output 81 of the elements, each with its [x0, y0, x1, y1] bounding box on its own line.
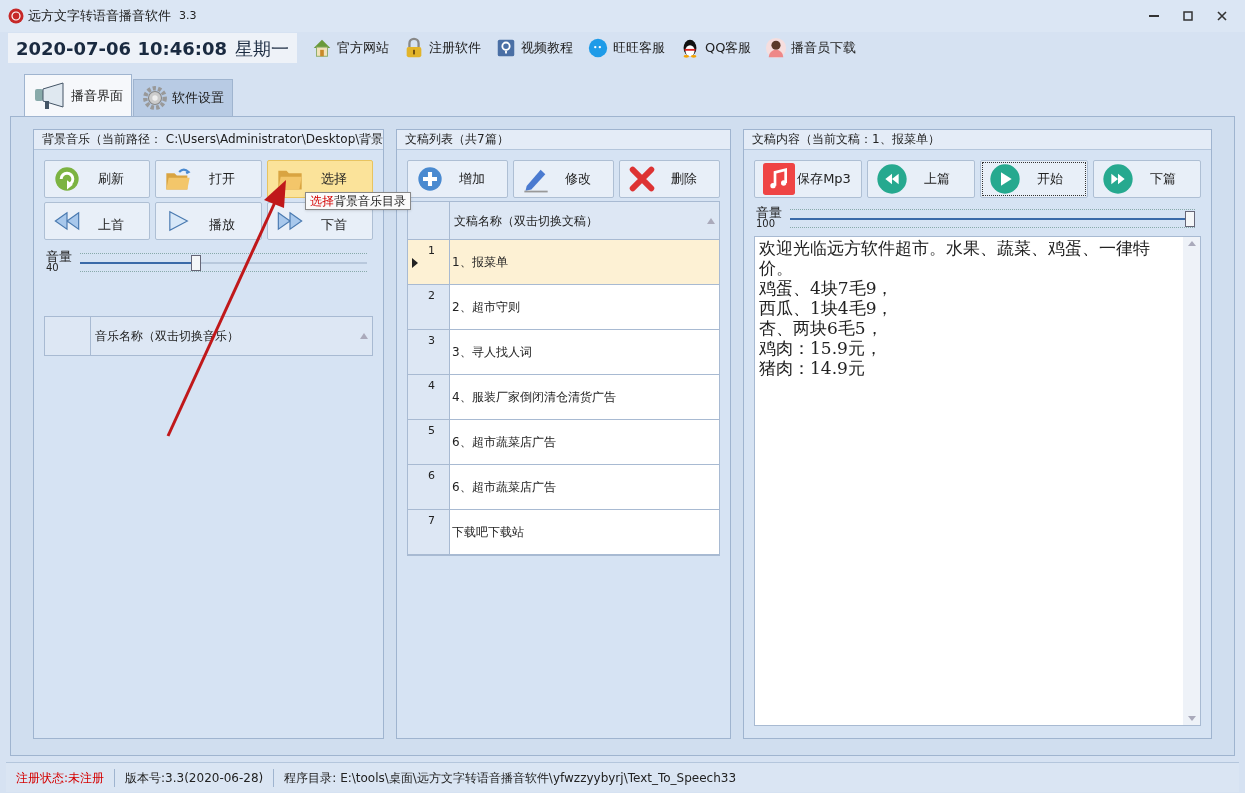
volume-label: 音量: [46, 250, 72, 263]
toolbar-link[interactable]: 播音员下载: [765, 37, 857, 59]
status-text: 注册状态:未注册: [15, 769, 106, 787]
play-icon: [989, 163, 1021, 195]
toolbar-link[interactable]: 旺旺客服: [586, 37, 665, 59]
plus-icon: [416, 165, 444, 193]
volume-reading: 40: [46, 263, 59, 273]
chat-bubble-icon: [586, 37, 609, 59]
table-cell-text: 4、服装厂家倒闭清仓清货广告: [451, 389, 616, 406]
app-logo-icon: [8, 8, 24, 24]
tab[interactable]: 软件设置: [133, 79, 233, 116]
rewind-icon: [876, 163, 908, 195]
row-number: 7: [428, 513, 435, 529]
panel-title: 背景音乐（当前路径： C:\Users\Administrator\Desktop\背景: [34, 130, 383, 150]
scrollbar[interactable]: [1183, 237, 1200, 725]
table-row[interactable]: 3 3、寻人找人词: [408, 330, 719, 375]
text-line: 欢迎光临远方软件超市。水果、蔬菜、鸡蛋、一律特价。: [759, 238, 1151, 278]
text-line: 猪肉：14.9元: [759, 358, 866, 378]
close-icon: [1217, 11, 1227, 21]
tool-button[interactable]: 删除: [619, 160, 720, 198]
text-line: 鸡肉：15.9元，: [759, 338, 883, 358]
table-row[interactable]: 6 6、超市蔬菜店广告: [408, 465, 719, 510]
megaphone-icon: [33, 80, 67, 111]
status-text: 版本号:3.3(2020-06-28): [114, 768, 274, 787]
table-row[interactable]: 7 下载吧下载站: [408, 510, 719, 555]
status-text: 程序目录: E:\tools\桌面\远方文字转语音播音软件\yfwzzyybyrj\Text_To_Speech33: [273, 768, 747, 787]
table-row[interactable]: 5 6、超市蔬菜店广告: [408, 420, 719, 465]
text-line: 西瓜、1块4毛9，: [759, 298, 895, 318]
tool-button[interactable]: 播放: [155, 202, 262, 240]
table-cell-text: 6、超市蔬菜店广告: [451, 479, 556, 496]
table-cell-text: 下载吧下载站: [451, 524, 524, 541]
sort-icon: [360, 333, 368, 339]
tool-button[interactable]: 开始: [980, 160, 1088, 198]
tool-button[interactable]: 上首: [44, 202, 151, 240]
tool-button[interactable]: 打开: [155, 160, 262, 198]
sort-icon: [707, 217, 715, 224]
tooltip: 选择背景音乐目录: [305, 192, 411, 210]
row-pointer-icon: [412, 258, 418, 268]
table-cell-text: 3、寻人找人词: [451, 344, 532, 361]
tool-button[interactable]: 修改: [513, 160, 614, 198]
text-line: 杏、两块6毛5，: [759, 318, 884, 338]
scroll-down-icon: [1187, 716, 1196, 721]
minimize-icon: [1149, 15, 1159, 17]
table-row[interactable]: 1 1、报菜单: [408, 240, 719, 285]
table-row[interactable]: 4 4、服装厂家倒闭清仓清货广告: [408, 375, 719, 420]
table-cell-text: 2、超市守则: [451, 299, 520, 316]
table-cell-text: 6、超市蔬菜店广告: [451, 434, 556, 451]
scroll-up-icon: [1187, 241, 1196, 246]
tab[interactable]: 播音界面: [24, 74, 132, 116]
volume-label: 音量: [756, 206, 782, 219]
tool-button[interactable]: 增加: [407, 160, 508, 198]
tool-button[interactable]: 上篇: [867, 160, 975, 198]
row-number: 6: [428, 468, 435, 484]
row-number: 5: [428, 423, 435, 439]
toolbar-link[interactable]: QQ客服: [678, 37, 752, 59]
fast-forward-icon: [1102, 163, 1134, 195]
tool-button[interactable]: 刷新: [44, 160, 151, 198]
volume-reading: 100: [756, 219, 777, 229]
tool-button[interactable]: 下篇: [1093, 160, 1201, 198]
panel-title: 文稿内容（当前文稿：1、报菜单）: [744, 130, 1211, 150]
cross-icon: [628, 165, 656, 193]
window-title: 远方文字转语音播音软件: [28, 7, 171, 26]
panel-title: 文稿列表（共7篇）: [397, 130, 730, 150]
row-number: 1: [428, 243, 435, 259]
refresh-icon: [53, 165, 81, 193]
row-number: 4: [428, 378, 435, 394]
music-note-icon: [763, 163, 795, 195]
gear-icon: [142, 85, 168, 111]
row-number: 2: [428, 288, 435, 304]
person-icon: [765, 37, 788, 59]
toolbar-link[interactable]: 注册软件: [402, 37, 481, 59]
version-label: 3.3: [179, 7, 197, 24]
text-line: 鸡蛋、4块7毛9，: [759, 278, 895, 298]
row-number: 3: [428, 333, 435, 349]
toolbar-link[interactable]: 官方网站: [310, 37, 389, 59]
clock-display: 2020-07-06 10:46:08 星期一: [8, 33, 297, 63]
table-row[interactable]: 2 2、超市守则: [408, 285, 719, 330]
tool-button[interactable]: 保存Mp3: [754, 160, 862, 198]
table-cell-text: 1、报菜单: [451, 254, 508, 271]
toolbar-link[interactable]: 视频教程: [494, 37, 573, 59]
maximize-icon: [1183, 11, 1193, 21]
